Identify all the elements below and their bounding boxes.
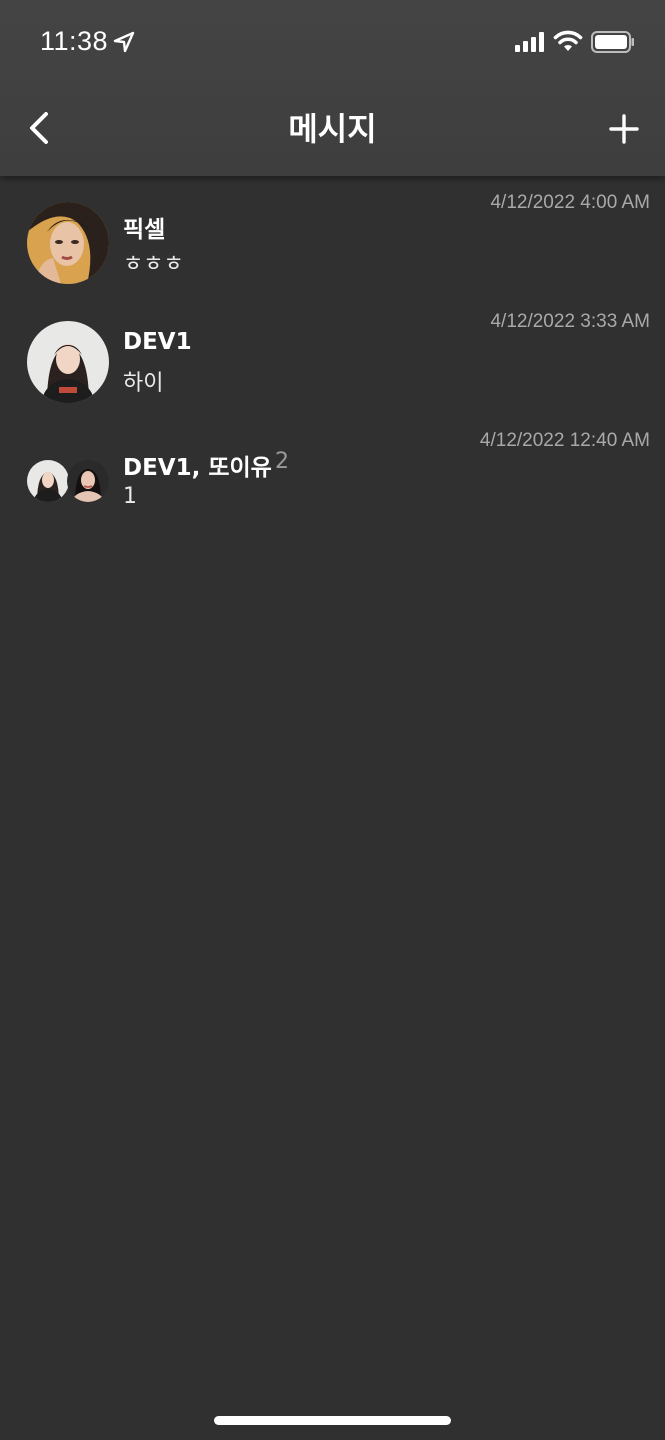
last-message: 1: [123, 484, 137, 509]
wifi-icon: [553, 30, 583, 51]
last-message: 하이: [123, 371, 164, 396]
timestamp: 4/12/2022 12:40 AM: [479, 430, 650, 451]
member-count: 2: [275, 449, 289, 474]
status-time: 11:38: [40, 26, 109, 56]
conversation-row[interactable]: DEV1, 또이유 2 1 4/12/2022 12:40 AM: [0, 416, 665, 534]
conversation-row[interactable]: DEV1 하이 4/12/2022 3:33 AM: [0, 297, 665, 415]
conversation-row[interactable]: 픽셀 ㅎㅎㅎ 4/12/2022 4:00 AM: [0, 178, 665, 296]
avatar: [27, 321, 109, 403]
conversation-name: DEV1, 또이유: [123, 455, 272, 481]
battery-icon: [591, 31, 634, 53]
avatar: [67, 460, 109, 502]
last-message: ㅎㅎㅎ: [123, 252, 184, 277]
app-header: 11:38 메시지: [0, 0, 665, 176]
add-conversation-button[interactable]: [604, 110, 644, 148]
avatar: [27, 460, 69, 502]
conversation-name: 픽셀: [123, 217, 166, 243]
page-title: 메시지: [288, 110, 377, 148]
conversation-name: DEV1: [123, 329, 192, 355]
home-indicator: [214, 1416, 451, 1425]
location-arrow-icon: [113, 31, 135, 53]
signal-bars-icon: [515, 32, 544, 52]
timestamp: 4/12/2022 4:00 AM: [490, 192, 650, 213]
avatar: [27, 202, 109, 284]
timestamp: 4/12/2022 3:33 AM: [490, 311, 650, 332]
